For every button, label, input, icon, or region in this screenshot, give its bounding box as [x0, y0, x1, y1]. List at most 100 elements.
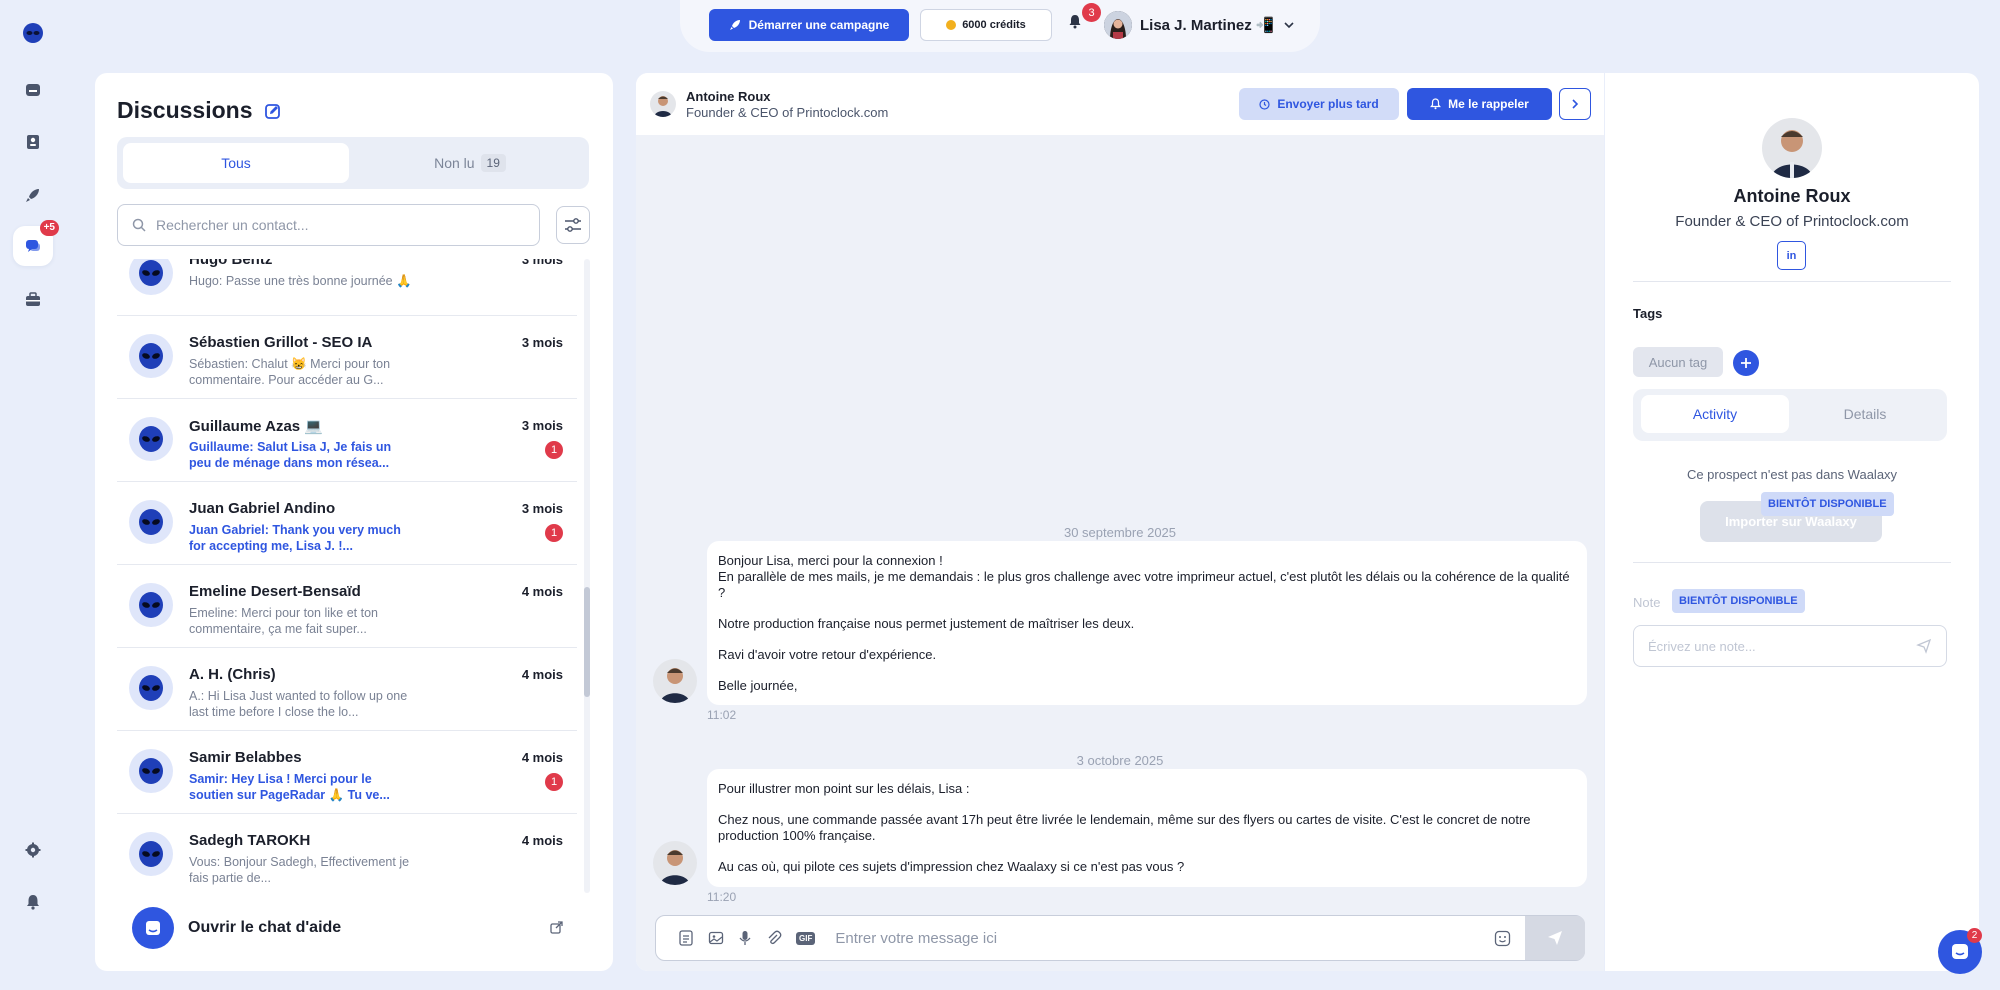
external-link-icon[interactable]: [550, 921, 563, 934]
message-paragraph: Notre production française nous permet j…: [718, 616, 1135, 631]
date-separator: 3 octobre 2025: [1076, 753, 1164, 768]
gif-button[interactable]: GIF: [796, 931, 816, 945]
chat-header: Antoine Roux Founder & CEO of Printocloc…: [636, 73, 1604, 135]
conversation-item[interactable]: Guillaume Azas 💻 3 mois Guillaume: Salut…: [117, 399, 577, 482]
filter-button[interactable]: [556, 206, 590, 244]
contact-search-input[interactable]: Rechercher un contact...: [117, 204, 540, 246]
conversation-item[interactable]: Hugo Bentz 3 mois Hugo: Passe une très b…: [117, 259, 577, 316]
conversation-item[interactable]: Sébastien Grillot - SEO IA 3 mois Sébast…: [117, 316, 577, 399]
top-bell-icon[interactable]: [1068, 14, 1082, 30]
message-paragraph: Pour illustrer mon point sur les délais,…: [718, 781, 970, 796]
send-button[interactable]: [1525, 916, 1585, 960]
message-thread: 30 septembre 2025 Bonjour Lisa, merci po…: [636, 135, 1604, 971]
notification-count-badge: 3: [1082, 3, 1101, 22]
message-input-placeholder: Entrer votre message ici: [835, 929, 998, 947]
contacts-icon[interactable]: [13, 122, 53, 162]
tab-unread[interactable]: Non lu 19: [357, 143, 583, 183]
messages-badge: +5: [39, 220, 59, 236]
tags-heading: Tags: [1633, 306, 1663, 321]
add-tag-button[interactable]: [1733, 350, 1759, 376]
chat-bubble-icon: [1952, 944, 1968, 959]
message-time: 11:20: [707, 890, 737, 904]
conversation-preview: Emeline: Merci pour ton like et ton comm…: [189, 606, 378, 636]
profile-title: Founder & CEO of Printoclock.com: [1675, 213, 1909, 230]
conversation-time: 3 mois: [521, 418, 563, 433]
profile-avatar: [1762, 118, 1822, 178]
template-icon[interactable]: [678, 930, 694, 946]
sliders-icon: [565, 218, 581, 232]
message-paragraph: Chez nous, une commande passée avant 17h…: [718, 812, 1531, 843]
start-campaign-label: Démarrer une campagne: [748, 18, 890, 32]
plus-icon: [1741, 358, 1751, 368]
conversation-item[interactable]: Samir Belabbes 4 mois Samir: Hey Lisa ! …: [117, 731, 577, 814]
search-icon: [132, 218, 146, 232]
waalaxy-logo-icon[interactable]: [13, 13, 53, 53]
emoji-icon[interactable]: [1494, 930, 1511, 947]
start-campaign-button[interactable]: Démarrer une campagne: [709, 9, 909, 41]
edit-icon[interactable]: [264, 103, 281, 119]
note-input[interactable]: Écrivez une note...: [1633, 625, 1947, 667]
remind-me-button[interactable]: Me le rappeler: [1407, 88, 1552, 120]
tab-all[interactable]: Tous: [123, 143, 349, 183]
divider: [1633, 281, 1951, 282]
message-composer[interactable]: GIF Entrer votre message ici: [655, 915, 1585, 961]
conversation-scrollbar[interactable]: [584, 259, 590, 893]
conversation-name: Sadegh TAROKH: [189, 832, 311, 849]
discussions-header: Discussions: [117, 97, 281, 124]
alien-avatar-icon: [129, 583, 173, 627]
notifications-bell-icon[interactable]: [13, 882, 53, 922]
help-chat-button[interactable]: Ouvrir le chat d'aide: [132, 907, 341, 949]
help-chat-label: Ouvrir le chat d'aide: [188, 919, 342, 936]
microphone-icon[interactable]: [738, 930, 752, 946]
credits-button[interactable]: 6000 crédits: [920, 9, 1052, 41]
unread-count: 19: [480, 154, 506, 172]
conversation-item[interactable]: Sadegh TAROKH 4 mois Vous: Bonjour Sadeg…: [117, 814, 577, 893]
conversation-item[interactable]: Juan Gabriel Andino 3 mois Juan Gabriel:…: [117, 482, 577, 565]
rocket-icon[interactable]: [13, 175, 53, 215]
contact-name: Antoine Roux: [686, 89, 771, 104]
coming-soon-badge: BIENTÔT DISPONIBLE: [1761, 492, 1894, 516]
alien-avatar-icon: [129, 500, 173, 544]
clock-icon: [1259, 98, 1270, 110]
conversation-name: Guillaume Azas 💻: [189, 418, 323, 435]
tab-activity[interactable]: Activity: [1641, 395, 1789, 433]
send-icon: [1548, 931, 1562, 945]
help-chat-icon: [132, 907, 174, 949]
message-paragraph: Ravi d'avoir votre retour d'expérience.: [718, 647, 937, 662]
user-name: Lisa J. Martinez 📲: [1140, 17, 1275, 34]
message-bubble: Pour illustrer mon point sur les délais,…: [707, 769, 1587, 887]
conversation-name: Juan Gabriel Andino: [189, 500, 336, 517]
settings-gear-icon[interactable]: [13, 830, 53, 870]
profile-tabs: Activity Details: [1633, 389, 1947, 441]
rocket-icon: [729, 20, 740, 30]
send-note-icon[interactable]: [1916, 638, 1932, 654]
discussion-filter-tabs: Tous Non lu 19: [117, 137, 589, 189]
conversation-item[interactable]: Emeline Desert-Bensaïd 4 mois Emeline: M…: [117, 565, 577, 648]
user-menu[interactable]: Lisa J. Martinez 📲: [1104, 11, 1295, 39]
message-paragraph: En parallèle de mes mails, je me demanda…: [718, 569, 1570, 600]
credits-label: 6000 crédits: [962, 19, 1026, 31]
tab-all-label: Tous: [221, 155, 251, 171]
toggle-profile-button[interactable]: [1559, 88, 1591, 120]
unread-badge: 1: [545, 441, 563, 459]
profile-name: Antoine Roux: [1733, 186, 1851, 206]
alien-avatar-icon: [129, 749, 173, 793]
note-placeholder: Écrivez une note...: [1648, 638, 1756, 654]
messages-icon[interactable]: +5: [13, 220, 59, 266]
bell-icon: [1430, 98, 1442, 110]
tab-details[interactable]: Details: [1791, 395, 1939, 433]
conversation-time: 4 mois: [521, 584, 563, 599]
send-later-button[interactable]: Envoyer plus tard: [1239, 88, 1399, 120]
home-icon[interactable]: [13, 70, 53, 110]
chat-panel: Antoine Roux Founder & CEO of Printocloc…: [636, 73, 1604, 971]
conversation-item[interactable]: A. H. (Chris) 4 mois A.: Hi Lisa Just wa…: [117, 648, 577, 731]
conversation-time: 3 mois: [521, 501, 563, 516]
scroll-thumb[interactable]: [584, 587, 590, 697]
linkedin-icon[interactable]: in: [1777, 241, 1806, 270]
alien-avatar-icon: [129, 259, 173, 295]
conversation-time: 4 mois: [521, 750, 563, 765]
attachment-icon[interactable]: [766, 930, 782, 946]
image-icon[interactable]: [708, 930, 724, 946]
briefcase-icon[interactable]: [13, 280, 53, 320]
conversation-time: 3 mois: [521, 335, 563, 350]
